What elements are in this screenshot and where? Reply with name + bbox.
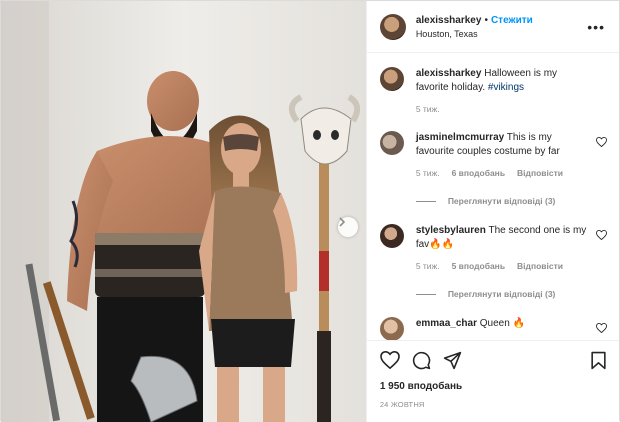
heart-icon (379, 351, 400, 369)
caption-hashtag[interactable]: #vikings (488, 82, 524, 93)
post-header: alexissharkey • Стежити Houston, Texas ••• (366, 1, 619, 53)
commenter-avatar[interactable] (379, 224, 404, 248)
comments-list[interactable]: alexissharkey Halloween is my favorite h… (367, 53, 619, 340)
caption-username[interactable]: alexissharkey (416, 68, 482, 79)
comment-time[interactable]: 5 тиж. (416, 261, 440, 271)
comment-item: jasminelmcmurray This is my favourite co… (379, 131, 607, 178)
location-link[interactable]: Houston, Texas (416, 29, 585, 39)
bookmark-icon (591, 351, 606, 369)
like-button[interactable] (379, 351, 400, 369)
more-options-icon: ••• (587, 18, 605, 35)
view-replies-label: Переглянути відповіді (3) (447, 196, 556, 206)
likes-count[interactable]: 1 950 вподобань (380, 381, 607, 392)
caption: alexissharkey Halloween is my favorite h… (379, 67, 607, 114)
comment-text: Queen 🔥 (476, 318, 526, 329)
author-info: alexissharkey • Стежити Houston, Texas (416, 15, 585, 39)
post-footer: 1 950 вподобань 24 жовтня (366, 340, 619, 422)
separator-dot: • (484, 14, 488, 26)
comment-username[interactable]: emmaa_char (416, 318, 477, 329)
share-icon (443, 351, 462, 369)
instagram-post: alexissharkey • Стежити Houston, Texas •••… (0, 0, 620, 422)
post-photo[interactable] (1, 1, 366, 422)
comment-time[interactable]: 5 тиж. (416, 168, 440, 178)
comment-likes[interactable]: 5 вподобань (452, 261, 505, 271)
commenter-avatar[interactable] (379, 317, 404, 340)
follow-button[interactable]: Стежити (491, 15, 533, 26)
comment-username[interactable]: stylesbylauren (416, 225, 486, 236)
commenter-avatar[interactable] (379, 131, 404, 155)
heart-icon (596, 136, 607, 148)
view-replies-button[interactable]: Переглянути відповіді (3) (415, 196, 607, 206)
view-replies-button[interactable]: Переглянути відповіді (3) (415, 289, 607, 299)
replies-divider (415, 200, 436, 202)
author-username[interactable]: alexissharkey (416, 15, 482, 26)
save-button[interactable] (590, 351, 607, 370)
comment-icon (412, 351, 431, 369)
photo-illustration (1, 1, 366, 422)
post-date[interactable]: 24 жовтня (380, 400, 607, 409)
next-photo-button[interactable] (338, 217, 358, 237)
action-bar (379, 341, 607, 377)
view-replies-label: Переглянути відповіді (3) (447, 289, 556, 299)
share-button[interactable] (443, 351, 462, 370)
caption-avatar[interactable] (379, 67, 404, 91)
like-comment-button[interactable] (596, 322, 607, 336)
comment-item: stylesbylauren The second one is my fav🔥… (379, 224, 607, 271)
like-comment-button[interactable] (596, 136, 607, 150)
like-comment-button[interactable] (596, 229, 607, 243)
heart-icon (596, 322, 607, 334)
more-options-button[interactable]: ••• (585, 19, 607, 35)
reply-button[interactable]: Відповісти (517, 168, 563, 178)
comment-username[interactable]: jasminelmcmurray (416, 132, 504, 143)
post-side-panel: alexissharkey • Стежити Houston, Texas •••… (365, 1, 619, 422)
replies-divider (415, 293, 436, 295)
chevron-right-icon (339, 217, 346, 227)
caption-time[interactable]: 5 тиж. (416, 104, 440, 114)
author-avatar[interactable] (379, 13, 406, 40)
comment-likes[interactable]: 6 вподобань (452, 168, 505, 178)
comment-item: emmaa_char Queen 🔥 (379, 317, 607, 340)
heart-icon (596, 229, 607, 241)
reply-button[interactable]: Відповісти (517, 261, 563, 271)
comment-button[interactable] (412, 351, 431, 370)
